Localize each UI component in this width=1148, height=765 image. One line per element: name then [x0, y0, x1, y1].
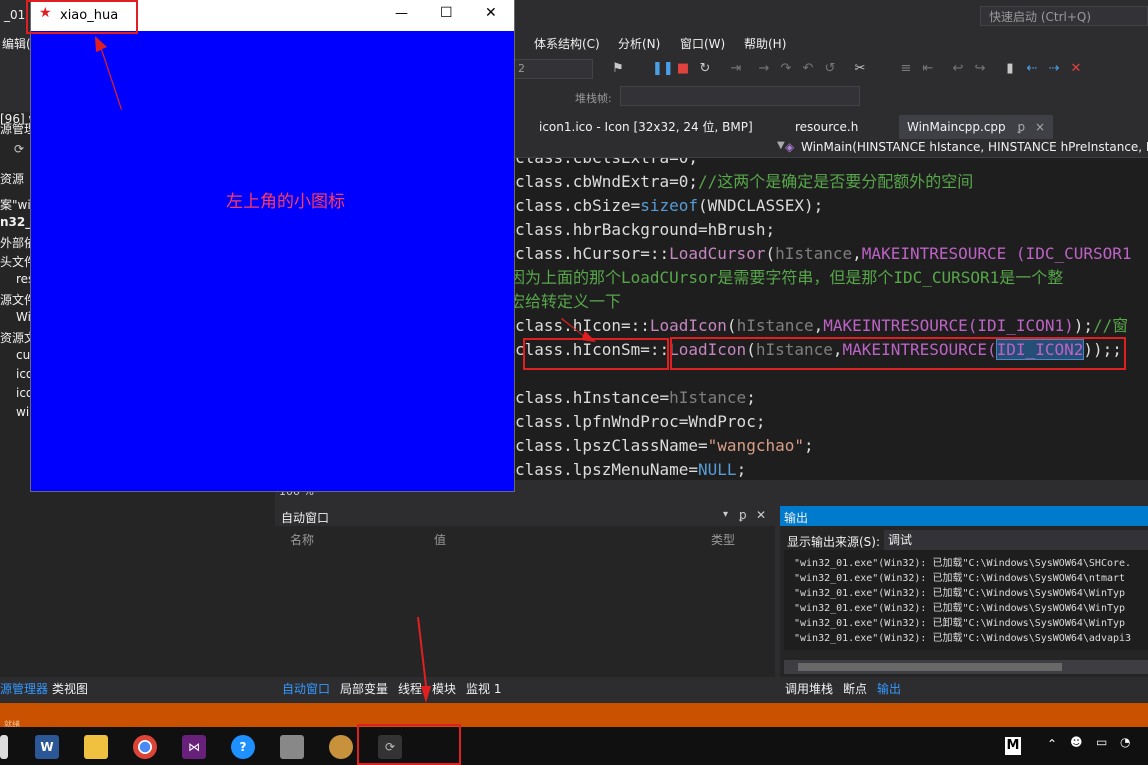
arrow-to-titlebar-icon — [95, 36, 122, 110]
arrow-to-hiconsm — [561, 318, 596, 342]
annotation-arrows — [95, 36, 596, 703]
arrow-to-taskbar — [417, 617, 431, 703]
